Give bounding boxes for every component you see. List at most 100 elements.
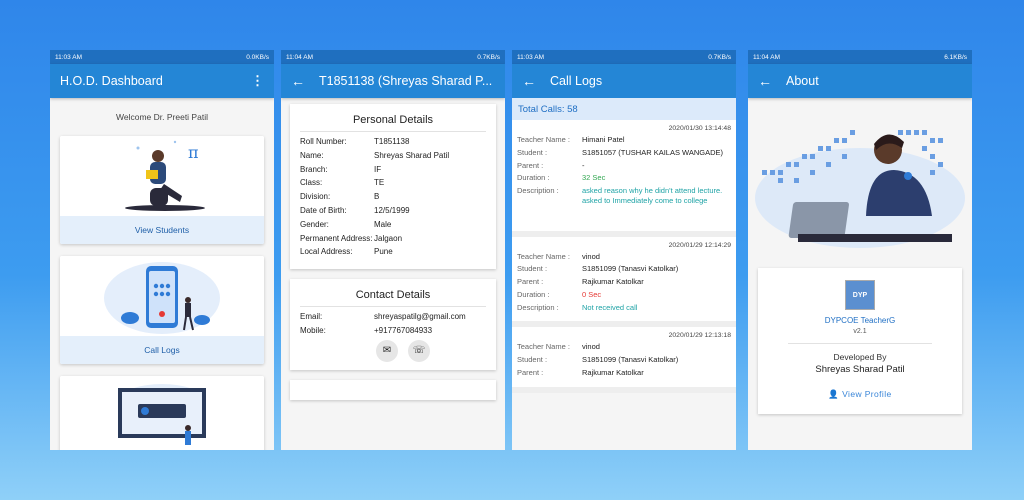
- developer-name: Shreyas Sharad Patil: [815, 364, 905, 375]
- page-title: Call Logs: [550, 74, 603, 88]
- call-logs-label: Call Logs: [60, 336, 264, 364]
- duration-label: Duration :: [517, 173, 550, 183]
- phone-call-illustration: [60, 256, 264, 336]
- app-bar: ← Call Logs: [512, 64, 736, 98]
- detail-value: IF: [374, 164, 382, 174]
- back-arrow-icon[interactable]: ←: [291, 73, 305, 89]
- app-version: v2.1: [853, 328, 867, 335]
- parent-label: Parent :: [517, 277, 544, 286]
- app-bar: H.O.D. Dashboard ⋮: [50, 64, 274, 98]
- view-profile-label: View Profile: [842, 389, 892, 399]
- app-bar: ← T1851138 (Shreyas Sharad P...: [281, 64, 505, 98]
- status-bar: 11:03 AM 0.7KB/s: [512, 50, 736, 64]
- duration-label: Duration :: [517, 289, 550, 299]
- status-time: 11:03 AM: [517, 53, 544, 61]
- detail-row: Permanent Address: Jalgaon: [300, 234, 486, 245]
- back-arrow-icon[interactable]: ←: [522, 73, 536, 89]
- teacher-label: Teacher Name :: [517, 342, 570, 352]
- status-network: 0.7KB/s: [708, 53, 731, 61]
- mobile-value[interactable]: +917767084933: [374, 326, 486, 337]
- student-label: Student :: [517, 355, 548, 364]
- detail-row: Name: Shreyas Sharad Patil: [300, 151, 486, 162]
- list-item[interactable]: 2020/01/29 12:13:18 Teacher Name : vinod …: [512, 327, 736, 393]
- dashboard-screen: 11:03 AM 0.0KB/s H.O.D. Dashboard ⋮ Welc…: [50, 50, 274, 450]
- detail-row: Date of Birth: 12/5/1999: [300, 206, 486, 217]
- detail-value: Shreyas Sharad Patil: [374, 150, 450, 160]
- app-name: DYPCOE TeacherG: [824, 316, 896, 325]
- student-details-screen: 11:04 AM 0.7KB/s ← T1851138 (Shreyas Sha…: [281, 50, 505, 450]
- total-calls: Total Calls: 58: [512, 98, 736, 120]
- page-title: About: [786, 74, 819, 88]
- detail-value: TE: [374, 178, 385, 188]
- detail-value: Male: [374, 219, 392, 229]
- app-bar: ← About: [748, 64, 972, 98]
- detail-row: Class: TE: [300, 178, 486, 189]
- detail-value: T1851138: [374, 137, 410, 146]
- detail-row: Mobile: +917767084933: [300, 326, 486, 337]
- status-bar: 11:03 AM 0.0KB/s: [50, 50, 274, 64]
- status-network: 0.7KB/s: [477, 53, 500, 61]
- student-label: Student :: [517, 147, 548, 157]
- phone-icon[interactable]: ☏: [408, 339, 430, 362]
- about-screen: 11:04 AM 6.1KB/s ← About DYP DYPCOE Teac…: [748, 50, 972, 450]
- contact-actions: ✉ ☏: [320, 339, 486, 362]
- welcome-text: Welcome Dr. Preeti Patil: [116, 112, 208, 122]
- detail-row: Gender: Male: [300, 220, 486, 231]
- detail-key: Name:: [300, 150, 324, 160]
- email-value[interactable]: shreyaspatilg@gmail.com: [374, 312, 486, 323]
- view-students-card[interactable]: π View Students: [60, 136, 264, 244]
- third-card[interactable]: [60, 376, 264, 450]
- app-logo: DYP: [845, 280, 875, 310]
- developed-by-label: Developed By: [833, 352, 887, 362]
- detail-row: Email: shreyaspatilg@gmail.com: [300, 312, 486, 323]
- detail-row: Division: B: [300, 192, 486, 203]
- app-info-card: DYP DYPCOE TeacherG v2.1 Developed By Sh…: [758, 268, 962, 414]
- description-label: Description :: [517, 302, 559, 312]
- status-bar: 11:04 AM 0.7KB/s: [281, 50, 505, 64]
- teacher-label: Teacher Name :: [517, 135, 570, 144]
- detail-row: Branch: IF: [300, 165, 486, 176]
- detail-key: Class:: [300, 178, 323, 188]
- view-profile-button[interactable]: 👤 View Profile: [768, 389, 952, 400]
- log-date: 2020/01/29 12:14:29: [668, 241, 731, 249]
- detail-row: Local Address: Pune: [300, 247, 486, 258]
- status-network: 0.0KB/s: [246, 53, 269, 61]
- detail-row: Roll Number: T1851138: [300, 137, 486, 148]
- parent-value: Rajkumar Katolkar: [582, 367, 644, 377]
- detail-key: Branch:: [300, 164, 328, 174]
- developer-illustration: [748, 98, 972, 258]
- detail-value: Jalgaon: [374, 233, 403, 243]
- page-title: H.O.D. Dashboard: [60, 74, 163, 88]
- duration-value: 0 Sec: [582, 289, 602, 299]
- parent-label: Parent :: [517, 160, 544, 170]
- student-label: Student :: [517, 264, 548, 274]
- call-logs-card[interactable]: Call Logs: [60, 256, 264, 364]
- list-item[interactable]: 2020/01/29 12:14:29 Teacher Name : vinod …: [512, 236, 736, 328]
- message-icon[interactable]: ✉: [376, 339, 398, 362]
- student-value: S1851057 (TUSHAR KAILAS WANGADE): [582, 147, 724, 157]
- reading-person-illustration: π: [60, 136, 264, 216]
- duration-value: 32 Sec: [582, 173, 606, 183]
- detail-key: Roll Number:: [300, 137, 347, 146]
- teacher-label: Teacher Name :: [517, 251, 570, 261]
- person-icon: 👤: [828, 389, 840, 399]
- call-logs-screen: 11:03 AM 0.7KB/s ← Call Logs Total Calls…: [512, 50, 736, 450]
- log-date: 2020/01/30 13:14:48: [668, 125, 731, 132]
- description-value: Not received call: [582, 302, 638, 312]
- divider: [788, 343, 932, 344]
- detail-key: Division:: [300, 192, 331, 202]
- detail-key: Date of Birth:: [300, 205, 347, 215]
- overflow-menu-icon[interactable]: ⋮: [251, 73, 264, 89]
- back-arrow-icon[interactable]: ←: [758, 73, 772, 89]
- status-time: 11:03 AM: [55, 53, 82, 61]
- contact-details-heading: Contact Details: [300, 285, 486, 308]
- list-item[interactable]: 2020/01/30 13:14:48 Teacher Name : Himani…: [512, 120, 736, 237]
- detail-key: Permanent Address:: [300, 233, 373, 243]
- view-students-label: View Students: [60, 216, 264, 244]
- contact-details-card: Contact Details Email: shreyaspatilg@gmai…: [290, 279, 496, 370]
- detail-key: Email:: [300, 312, 323, 322]
- detail-value: 12/5/1999: [374, 205, 410, 215]
- lock-screen-illustration: [60, 376, 264, 450]
- teacher-value: vinod: [582, 342, 600, 352]
- student-value: S1851099 (Tanasvi Katolkar): [582, 355, 679, 364]
